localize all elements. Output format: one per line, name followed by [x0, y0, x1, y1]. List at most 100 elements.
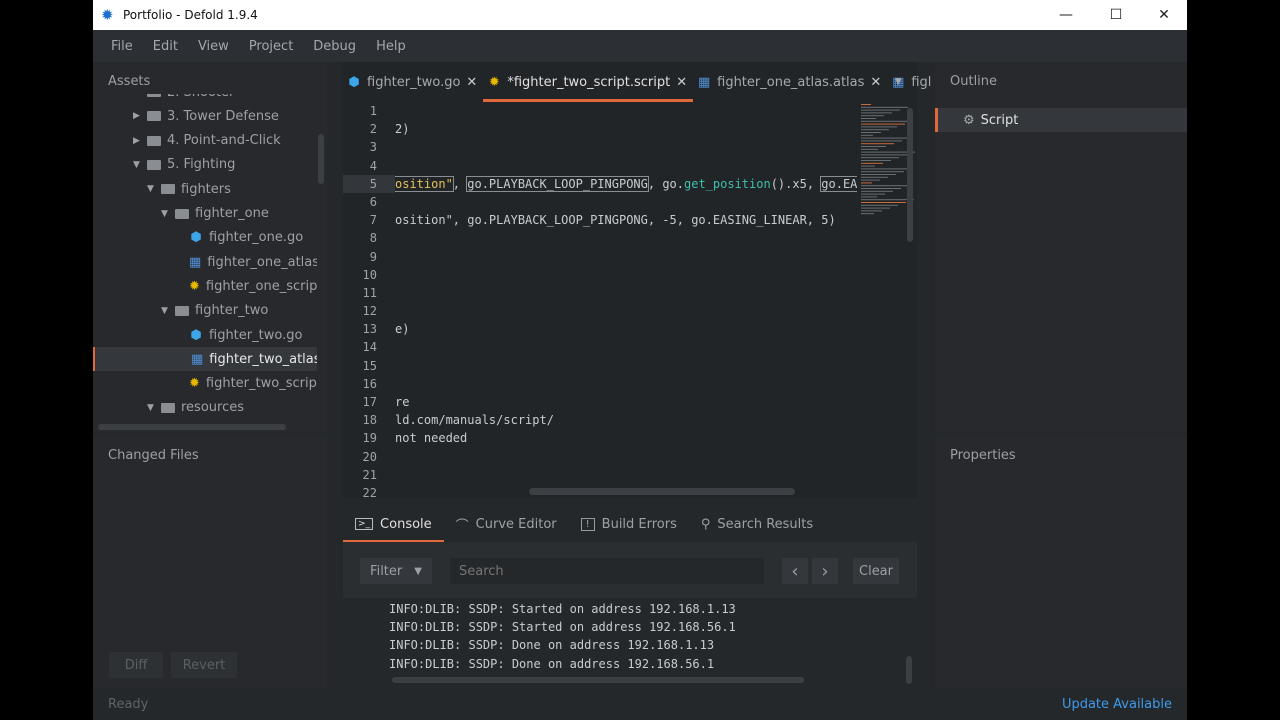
tree-item-label: 4. Point-and-Click: [167, 133, 281, 149]
log-line: INFO:DLIB: SSDP: Started on address 192.…: [389, 620, 736, 635]
gear-icon: ⚙: [963, 112, 975, 128]
minimap-line: [861, 213, 874, 215]
close-button[interactable]: ✕: [1141, 0, 1187, 30]
chevron-right-icon[interactable]: ▶: [133, 136, 147, 146]
close-tab-icon[interactable]: ✕: [466, 75, 477, 90]
folder-icon: [147, 135, 161, 146]
minimize-button[interactable]: —: [1043, 0, 1089, 30]
minimap-line: [861, 137, 910, 139]
line-number: 16: [362, 376, 377, 391]
update-available-link[interactable]: Update Available: [1062, 697, 1172, 712]
menu-file[interactable]: File: [101, 39, 143, 54]
assets-scrollbar[interactable]: [318, 134, 324, 184]
tab-curve-editor[interactable]: ⌒ Curve Editor: [444, 506, 569, 542]
clear-button[interactable]: Clear: [853, 558, 899, 584]
defold-logo-icon: ✹: [101, 6, 114, 24]
filter-dropdown[interactable]: Filter ▼: [360, 558, 432, 584]
maximize-button[interactable]: ☐: [1093, 0, 1139, 30]
close-tab-icon[interactable]: ✕: [676, 75, 687, 90]
tree-item[interactable]: ⬢ fighter_two.go: [93, 323, 317, 347]
assets-hscrollbar[interactable]: [98, 424, 286, 430]
line-number: 17: [362, 395, 377, 409]
minimap-line: [861, 129, 889, 131]
cube-icon: ⬢: [348, 74, 360, 90]
menu-edit[interactable]: Edit: [143, 39, 188, 54]
console-vscrollbar[interactable]: [906, 656, 912, 684]
menu-help[interactable]: Help: [366, 39, 416, 54]
tab-console[interactable]: >_ Console: [343, 506, 444, 542]
line-number: 13: [362, 322, 377, 337]
atlas-icon: ▦: [697, 74, 711, 90]
outline-item-script[interactable]: ⚙ Script: [935, 108, 1187, 132]
console-hscrollbar[interactable]: [392, 677, 804, 683]
menu-debug[interactable]: Debug: [303, 39, 366, 54]
prev-button[interactable]: ‹: [782, 558, 808, 584]
status-text: Ready: [108, 696, 149, 712]
outline-panel: Outline ⚙ Script: [935, 62, 1187, 432]
minimap-line: [861, 193, 885, 195]
code-area[interactable]: 2) osition", go.PLAYBACK_LOOP_PINGPONG, g…: [395, 102, 857, 498]
tabs-overflow-icon[interactable]: ▾: [895, 74, 902, 89]
code-line: ld.com/manuals/script/: [395, 413, 554, 428]
editor-tab[interactable]: ▦ fighter_one_atlas.atlas ✕: [693, 62, 887, 102]
tree-item[interactable]: ✹ fighter_one_script.s: [93, 274, 317, 298]
properties-panel: Properties: [935, 436, 1187, 688]
next-button[interactable]: ›: [812, 558, 838, 584]
tab-build-errors[interactable]: ! Build Errors: [569, 506, 689, 542]
tree-item[interactable]: ▶ 4. Point-and-Click: [93, 129, 317, 153]
revert-button[interactable]: Revert: [171, 652, 237, 678]
editor-hscrollbar[interactable]: [529, 488, 795, 495]
editor-tab[interactable]: ⬢ fighter_two.go ✕: [343, 62, 483, 102]
tree-item-label: fighter_one_script.s: [205, 278, 317, 294]
atlas-icon: ▦: [189, 254, 202, 270]
gear-icon: ✹: [189, 376, 200, 392]
tree-item[interactable]: ✹ fighter_two_script.s: [93, 372, 317, 396]
chevron-down-icon[interactable]: ▼: [161, 209, 175, 219]
close-tab-icon[interactable]: ✕: [870, 75, 881, 90]
tree-item[interactable]: ▦ fighter_two_atlas.at: [93, 347, 317, 372]
menu-view[interactable]: View: [188, 39, 239, 54]
log-line: INFO:DLIB: SSDP: Started on address 192.…: [389, 602, 736, 616]
tree-item[interactable]: 2. Shooter: [93, 94, 317, 104]
tree-item[interactable]: ▼ resources: [93, 396, 317, 420]
chevron-down-icon[interactable]: ▼: [161, 306, 175, 316]
chevron-down-icon[interactable]: ▼: [147, 403, 161, 413]
code-line: not needed: [395, 431, 468, 446]
tree-item[interactable]: ▶ 3. Tower Defense: [93, 104, 317, 128]
tree-item[interactable]: ▼ fighter_one: [93, 202, 317, 226]
chevron-down-icon[interactable]: ▼: [133, 160, 147, 170]
cube-icon: ⬢: [190, 327, 202, 343]
tree-item[interactable]: ▼ fighter_two: [93, 299, 317, 323]
tree-item[interactable]: ▼ 5. Fighting: [93, 153, 317, 177]
chevron-down-icon[interactable]: ▼: [147, 184, 161, 194]
diff-button[interactable]: Diff: [109, 652, 163, 678]
tab-label: figl: [911, 74, 932, 90]
editor-tabs: ⬢ fighter_two.go ✕ ✹ *fighter_two_script.scr…: [343, 62, 931, 102]
tree-item[interactable]: ⬢ fighter_one.go: [93, 226, 317, 250]
tree-item-label: fighter_two.go: [209, 327, 303, 343]
folder-icon: [175, 305, 189, 316]
editor-tab[interactable]: ✹ *fighter_two_script.script ✕: [483, 62, 693, 102]
console-toolbar: Filter ▼ ‹ › Clear: [343, 542, 917, 598]
tree-item[interactable]: ▦ fighter_one_atlas.at: [93, 250, 317, 274]
minimap-line: [861, 126, 897, 128]
tab-label: Console: [380, 516, 432, 532]
chevron-right-icon[interactable]: ▶: [133, 111, 147, 121]
editor-vscrollbar[interactable]: [907, 108, 913, 242]
code-editor[interactable]: ⬢ fighter_two.go ✕ ✹ *fighter_two_script.scr…: [343, 62, 931, 498]
minimap-line: [861, 182, 872, 184]
line-number: 10: [362, 267, 377, 282]
menu-project[interactable]: Project: [239, 39, 303, 54]
line-number: 6: [369, 194, 377, 209]
tree-item[interactable]: ▼ fighters: [93, 177, 317, 201]
console-search-input[interactable]: [450, 558, 764, 584]
tree-item-label: fighter_one: [195, 206, 269, 221]
console-log: INFO:DLIB: SSDP: Started on address 192.…: [389, 600, 736, 673]
tree-item-label: fighter_two_atlas.at: [209, 351, 317, 367]
tab-search-results[interactable]: ⚲ Search Results: [689, 506, 825, 542]
minimap-line: [861, 185, 909, 187]
line-number: 9: [369, 249, 377, 264]
gear-icon: ✹: [189, 278, 200, 294]
